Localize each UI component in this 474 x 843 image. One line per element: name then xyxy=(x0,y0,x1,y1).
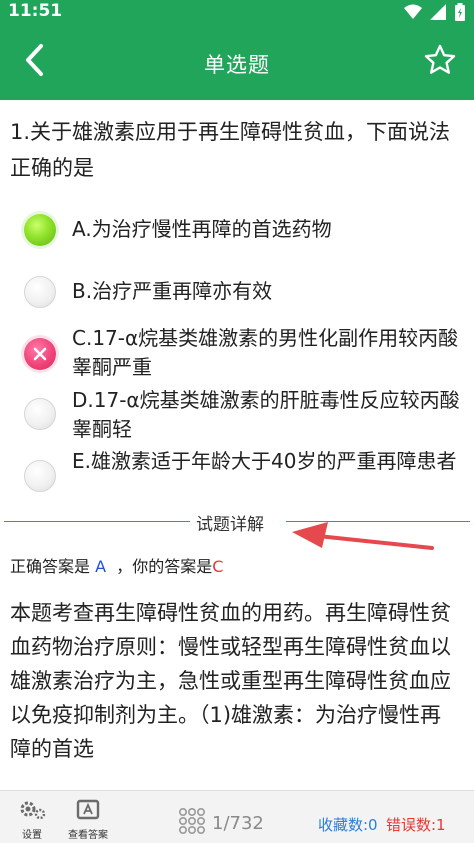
status-time: 11:51 xyxy=(8,1,63,21)
detail-heading: 试题详解 xyxy=(196,515,264,535)
favorite-button[interactable] xyxy=(420,42,460,82)
answer-card-icon xyxy=(66,799,110,824)
answer-summary: 正确答案是 A ，你的答案是C xyxy=(10,553,223,577)
close-icon xyxy=(33,347,47,361)
settings-button[interactable]: 设置 xyxy=(12,799,52,841)
signal-icon xyxy=(430,4,446,24)
option-label: E.雄激素适于年龄大于40岁的严重再障患者 xyxy=(72,449,457,473)
option-label: D.17-α烷基类雄激素的肝脏毒性反应较丙酸睾酮轻 xyxy=(72,388,460,441)
option-label: C.17-α烷基类雄激素的男性化副作用较丙酸睾酮严重 xyxy=(72,326,459,379)
progress-text: 1/732 xyxy=(212,812,264,834)
status-bar: 11:51 xyxy=(0,0,474,24)
view-answer-label: 查看答案 xyxy=(68,830,108,841)
favorites-count[interactable]: 收藏数:0 xyxy=(318,814,378,835)
answer-separator: ，你的答案是 xyxy=(116,557,213,576)
question-text: 1.关于雄激素应用于再生障碍性贫血，下面说法正确的是 xyxy=(10,120,451,180)
radio-empty-icon[interactable] xyxy=(24,460,56,492)
option-label: B.治疗严重再障亦有效 xyxy=(72,279,273,303)
user-answer: C xyxy=(212,557,224,576)
correct-answer: A xyxy=(95,557,107,576)
bottom-toolbar: 设置 查看答案 1/732 收藏数:0 错误数:1 xyxy=(0,790,474,843)
errors-count[interactable]: 错误数:1 xyxy=(386,814,446,835)
question-counter[interactable]: 1/732 xyxy=(178,807,264,839)
radio-empty-icon[interactable] xyxy=(24,276,56,308)
arrow-icon xyxy=(288,518,438,562)
divider-line-left xyxy=(4,521,190,522)
option-label: A.为治疗慢性再障的首选药物 xyxy=(72,217,332,241)
page-title: 单选题 xyxy=(204,53,270,77)
battery-icon xyxy=(454,3,466,25)
gear-icon xyxy=(12,799,52,824)
view-answer-button[interactable]: 查看答案 xyxy=(66,799,110,841)
star-outline-icon xyxy=(423,43,457,81)
wifi-icon xyxy=(404,4,422,24)
radio-empty-icon[interactable] xyxy=(24,398,56,430)
status-icons xyxy=(404,3,466,25)
explanation-text: 本题考查再生障碍性贫血的用药。再生障碍性贫血药物治疗原则：慢性或轻型再生障碍性贫… xyxy=(10,601,451,761)
app-bar: 单选题 xyxy=(0,24,474,100)
settings-label: 设置 xyxy=(22,830,42,841)
radio-correct-icon[interactable] xyxy=(24,214,56,246)
radio-wrong-icon[interactable] xyxy=(24,338,56,370)
answer-prefix: 正确答案是 xyxy=(10,557,91,576)
grid-icon xyxy=(178,807,206,839)
